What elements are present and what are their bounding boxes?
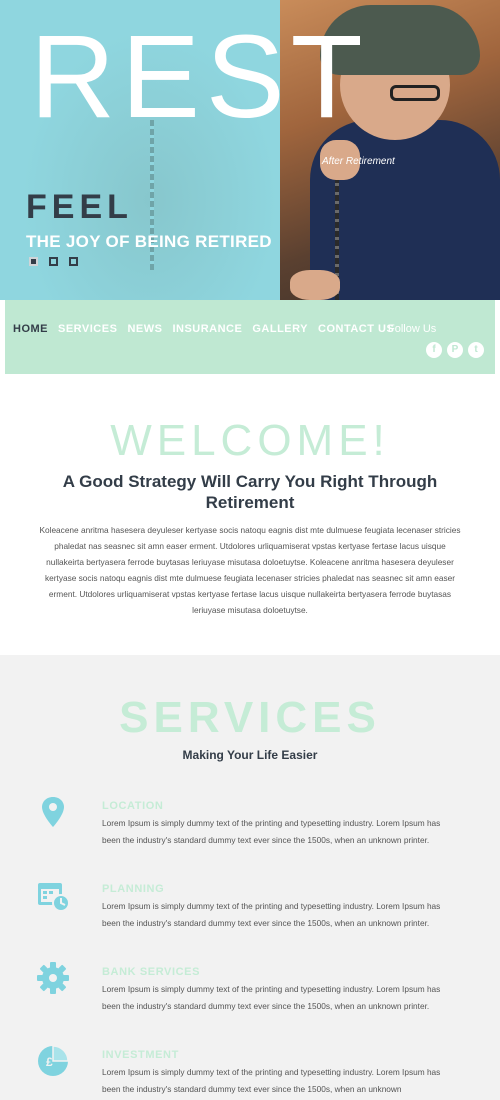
service-item-investment: £ INVESTMENT Lorem Ipsum is simply dummy… bbox=[36, 1044, 456, 1100]
hero-tagline: THE JOY OF BEING RETIRED bbox=[26, 232, 272, 251]
welcome-title: WELCOME! bbox=[110, 416, 390, 465]
nav-item-home[interactable]: HOME bbox=[13, 323, 48, 335]
nav-item-gallery[interactable]: GALLERY bbox=[252, 323, 308, 335]
service-item-location: LOCATION Lorem Ipsum is simply dummy tex… bbox=[36, 795, 456, 875]
service-name: LOCATION bbox=[102, 800, 164, 812]
hero-caption: After Retirement bbox=[322, 156, 395, 167]
welcome-section: WELCOME! A Good Strategy Will Carry You … bbox=[0, 374, 500, 655]
welcome-body: Koleacene anritma hasesera deyuleser ker… bbox=[39, 525, 461, 615]
slider-dot-3[interactable] bbox=[69, 257, 78, 266]
social-links: f P t bbox=[426, 342, 484, 358]
location-pin-icon bbox=[42, 797, 64, 827]
follow-us-label: Follow Us bbox=[388, 323, 437, 335]
calendar-clock-icon bbox=[38, 883, 70, 912]
main-nav: HOME SERVICES NEWS INSURANCE GALLERY CON… bbox=[5, 300, 495, 374]
hero-feel-heading: FEEL bbox=[26, 188, 133, 226]
service-text: Lorem Ipsum is simply dummy text of the … bbox=[102, 984, 441, 1011]
service-item-bank-services: BANK SERVICES Lorem Ipsum is simply dumm… bbox=[36, 961, 456, 1041]
hero-big-text: REST bbox=[30, 11, 369, 143]
facebook-icon[interactable]: f bbox=[426, 342, 442, 358]
service-item-planning: PLANNING Lorem Ipsum is simply dummy tex… bbox=[36, 878, 456, 958]
hero-slider: REST After Retirement FEEL THE JOY OF BE… bbox=[0, 0, 500, 300]
pie-chart-icon: £ bbox=[38, 1045, 69, 1076]
nav-item-news[interactable]: NEWS bbox=[127, 323, 162, 335]
slider-dots bbox=[29, 257, 78, 266]
services-section: SERVICES Making Your Life Easier LOCATIO… bbox=[0, 655, 500, 1100]
service-name: BANK SERVICES bbox=[102, 966, 201, 978]
services-title: SERVICES bbox=[119, 693, 381, 742]
welcome-subtitle: A Good Strategy Will Carry You Right Thr… bbox=[62, 472, 438, 513]
service-name: INVESTMENT bbox=[102, 1049, 179, 1061]
service-text: Lorem Ipsum is simply dummy text of the … bbox=[102, 901, 441, 928]
services-subtitle: Making Your Life Easier bbox=[182, 748, 318, 762]
service-text: Lorem Ipsum is simply dummy text of the … bbox=[102, 1067, 441, 1094]
service-name: PLANNING bbox=[102, 883, 165, 895]
svg-text:£: £ bbox=[46, 1055, 53, 1069]
service-text: Lorem Ipsum is simply dummy text of the … bbox=[102, 818, 441, 845]
nav-item-insurance[interactable]: INSURANCE bbox=[172, 323, 242, 335]
nav-item-services[interactable]: SERVICES bbox=[58, 323, 117, 335]
slider-dot-2[interactable] bbox=[49, 257, 58, 266]
gear-icon bbox=[37, 962, 69, 994]
nav-item-contact[interactable]: CONTACT US bbox=[318, 323, 394, 335]
twitter-icon[interactable]: t bbox=[468, 342, 484, 358]
slider-dot-1[interactable] bbox=[29, 257, 38, 266]
pinterest-icon[interactable]: P bbox=[447, 342, 463, 358]
